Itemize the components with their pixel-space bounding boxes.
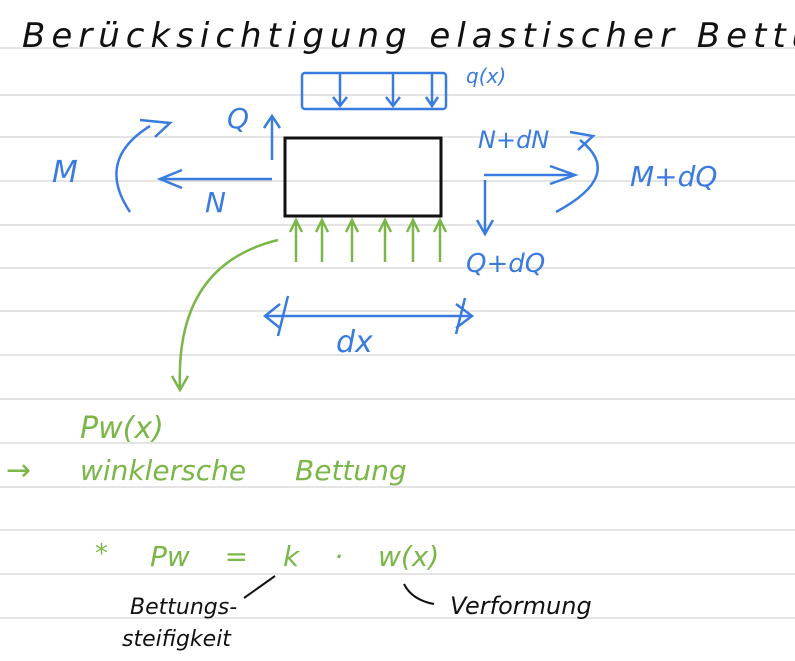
stiffness-label-2: steifigkeit [122, 627, 232, 652]
shear-force-right [475, 180, 495, 237]
length-label: dx [336, 325, 373, 360]
shear-left-label: Q [227, 102, 249, 135]
moment-left [115, 118, 173, 213]
pressure-leader [170, 238, 279, 393]
distributed-load [300, 71, 448, 111]
arrow-glyph: → [6, 453, 31, 488]
annotation-leaders [243, 575, 435, 605]
shear-right-label: Q+dQ [466, 249, 545, 279]
formula: Pw = k · w(x) [150, 540, 439, 573]
load-label: q(x) [466, 64, 506, 88]
normal-right-label: N+dN [478, 126, 549, 154]
moment-right [555, 130, 599, 214]
pressure-label: Pw(x) [80, 411, 164, 446]
formula-star: * [95, 539, 108, 569]
stiffness-label-1: Bettungs- [130, 595, 237, 620]
normal-left-label: N [205, 186, 226, 219]
page-title: Berücksichtigung elastischer Bettung [22, 16, 795, 56]
model-label: winklersche Bettung [80, 454, 407, 487]
beam-element [283, 136, 443, 218]
moment-right-label: M+dQ [630, 160, 717, 193]
shear-force-left [262, 113, 282, 160]
ruled-lines [0, 47, 795, 619]
notebook-page: Berücksichtigung elastischer Bettung q(x… [0, 16, 795, 652]
deformation-label: Verformung [450, 592, 592, 620]
moment-left-label: M [52, 155, 78, 190]
foundation-reaction [288, 217, 448, 262]
